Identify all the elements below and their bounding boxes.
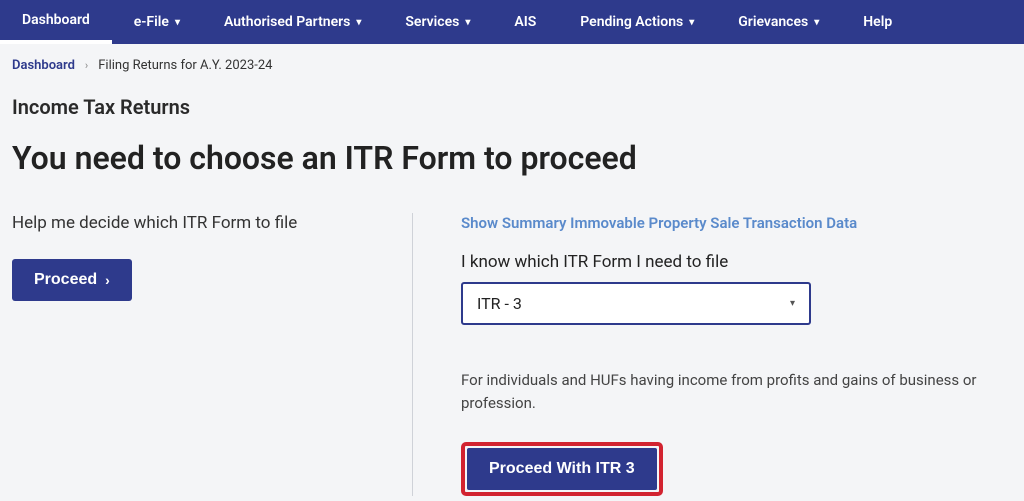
nav-item-grievances[interactable]: Grievances ▾	[716, 0, 841, 44]
proceed-button-label: Proceed	[34, 271, 97, 289]
main-content: Income Tax Returns You need to choose an…	[0, 81, 1024, 496]
proceed-with-itr-button[interactable]: Proceed With ITR 3	[467, 448, 657, 490]
nav-item-services[interactable]: Services ▾	[383, 0, 492, 44]
top-navbar: Dashboarde-File▾Authorised Partners▾Serv…	[0, 0, 1024, 44]
itr-select-value: ITR - 3	[477, 294, 522, 313]
chevron-down-icon: ▾	[465, 17, 470, 28]
breadcrumb-current: Filing Returns for A.Y. 2023-24	[98, 58, 272, 73]
breadcrumb: Dashboard › Filing Returns for A.Y. 2023…	[0, 44, 1024, 81]
chevron-right-icon: ›	[105, 272, 110, 288]
right-column: Show Summary Immovable Property Sale Tra…	[413, 213, 1012, 496]
nav-item-label: Authorised Partners	[224, 14, 350, 30]
chevron-down-icon: ▾	[689, 17, 694, 28]
chevron-down-icon: ▾	[356, 17, 361, 28]
know-itr-label: I know which ITR Form I need to file	[461, 252, 1012, 272]
show-summary-link[interactable]: Show Summary Immovable Property Sale Tra…	[461, 214, 857, 232]
chevron-down-icon: ▾	[814, 17, 819, 28]
caret-down-icon: ▾	[790, 298, 795, 309]
nav-item-e-file[interactable]: e-File ▾	[112, 0, 202, 44]
chevron-down-icon: ▾	[175, 17, 180, 28]
highlight-box: Proceed With ITR 3	[461, 442, 663, 496]
nav-item-label: Grievances	[738, 14, 808, 30]
breadcrumb-root[interactable]: Dashboard	[12, 58, 75, 73]
itr-description: For individuals and HUFs having income f…	[461, 369, 1012, 414]
nav-item-label: AIS	[514, 14, 536, 30]
itr-form-select[interactable]: ITR - 3 ▾	[461, 282, 811, 325]
nav-item-label: Services	[405, 14, 459, 30]
nav-item-dashboard[interactable]: Dashboard	[0, 0, 112, 44]
nav-item-label: Pending Actions	[580, 14, 683, 30]
nav-item-label: e-File	[134, 14, 169, 30]
help-decide-text: Help me decide which ITR Form to file	[12, 213, 382, 233]
chevron-right-icon: ›	[85, 59, 88, 72]
proceed-button[interactable]: Proceed ›	[12, 259, 132, 301]
left-column: Help me decide which ITR Form to file Pr…	[12, 213, 412, 301]
nav-item-help[interactable]: Help	[841, 0, 914, 44]
nav-item-authorised-partners[interactable]: Authorised Partners ▾	[202, 0, 383, 44]
nav-item-label: Dashboard	[22, 12, 90, 28]
section-label: Income Tax Returns	[12, 95, 1012, 119]
nav-item-label: Help	[863, 14, 892, 30]
page-title: You need to choose an ITR Form to procee…	[12, 139, 1012, 177]
nav-item-ais[interactable]: AIS	[492, 0, 558, 44]
nav-item-pending-actions[interactable]: Pending Actions ▾	[558, 0, 716, 44]
two-column-layout: Help me decide which ITR Form to file Pr…	[12, 213, 1012, 496]
